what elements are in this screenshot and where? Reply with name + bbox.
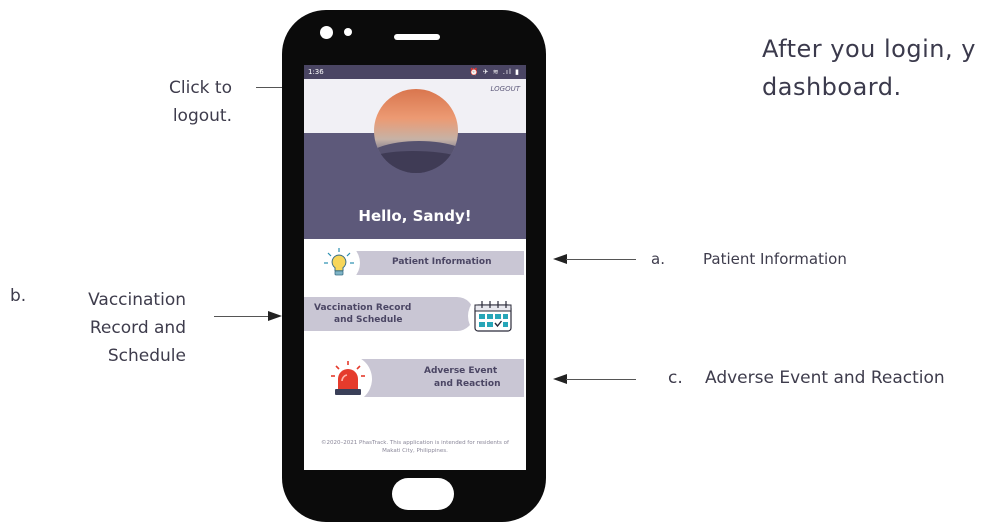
callout-a-marker: a. (651, 250, 665, 268)
greeting-text: Hello, Sandy! (358, 207, 472, 225)
callout-b-line1: Vaccination (88, 290, 186, 310)
arrow-left-icon (553, 254, 567, 264)
logout-link[interactable]: LOGOUT (490, 85, 520, 93)
siren-icon (324, 355, 372, 403)
camera-icon (320, 26, 333, 39)
avatar (374, 89, 458, 173)
adverse-label-line1: Adverse Event (424, 366, 498, 376)
instruction-heading-line2: dashboard. (762, 73, 902, 101)
phone-screen: 1:36 ⏰ ✈ ≋ .ıl ▮ LOGOUT Hello, Sandy! Pa… (304, 65, 526, 470)
instruction-heading-line1: After you login, y (762, 35, 976, 63)
instruction-heading: After you login, y dashboard. (762, 30, 976, 106)
callout-a-text: Patient Information (703, 250, 847, 268)
vaccination-label-line2: and Schedule (334, 315, 403, 325)
calendar-icon (468, 294, 518, 338)
callout-b: Vaccination Record and Schedule (40, 286, 186, 370)
callout-b-line2: Record and (89, 318, 186, 338)
footer-note: ©2020–2021 PhasTrack. This application i… (308, 439, 522, 455)
speaker-grille (394, 34, 440, 40)
vaccination-label-line1: Vaccination Record (314, 303, 412, 313)
footer-line2: Makati City, Philippines. (382, 448, 448, 454)
home-button[interactable] (392, 478, 454, 510)
status-icons: ⏰ ✈ ≋ .ıl ▮ (469, 68, 520, 76)
callout-c-marker: c. (668, 368, 683, 388)
status-time: 1:36 (308, 68, 324, 76)
lightbulb-icon (318, 242, 360, 284)
patient-information-button[interactable]: Patient Information (342, 251, 524, 275)
arrow-right-icon (268, 311, 282, 321)
callout-logout-line1: Click to (169, 78, 232, 98)
callout-c-line (566, 379, 636, 380)
callout-c-text: Adverse Event and Reaction (705, 368, 945, 388)
callout-a-line (566, 259, 636, 260)
callout-logout: Click to logout. (120, 74, 232, 130)
callout-b-line3: Schedule (107, 346, 186, 366)
status-bar: 1:36 ⏰ ✈ ≋ .ıl ▮ (304, 65, 526, 79)
patient-information-label: Patient Information (392, 257, 492, 267)
phone-frame: 1:36 ⏰ ✈ ≋ .ıl ▮ LOGOUT Hello, Sandy! Pa… (282, 10, 546, 522)
callout-logout-line2: logout. (172, 106, 232, 126)
callout-b-line (214, 316, 270, 317)
callout-b-marker: b. (10, 286, 27, 306)
vaccination-record-button[interactable]: Vaccination Record and Schedule (304, 297, 474, 331)
footer-line1: ©2020–2021 PhasTrack. This application i… (321, 440, 509, 446)
sensor-icon (344, 28, 352, 36)
adverse-label-line2: and Reaction (434, 379, 501, 389)
arrow-left-icon (553, 374, 567, 384)
